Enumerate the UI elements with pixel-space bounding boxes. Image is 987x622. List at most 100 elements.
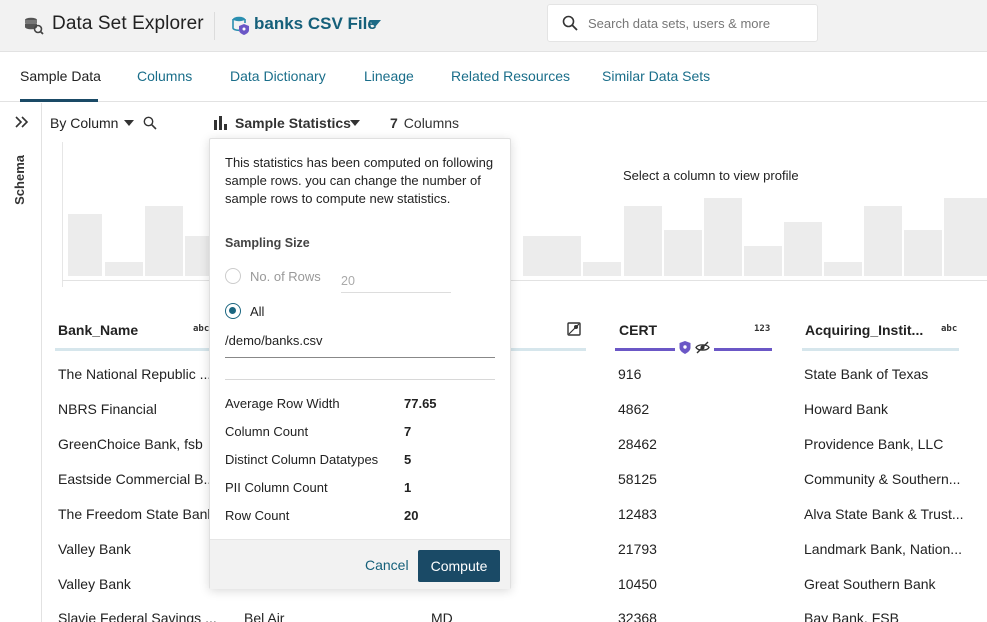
cell-acquiring-institution: Community & Southern... xyxy=(804,471,961,487)
profile-bar xyxy=(904,230,942,276)
profile-divider xyxy=(62,280,987,281)
cell-acquiring-institution: Bay Bank, FSB xyxy=(804,610,899,622)
cancel-button[interactable]: Cancel xyxy=(365,557,409,573)
search-icon xyxy=(562,15,578,31)
cell-cert: 10450 xyxy=(618,576,657,592)
stat-label: Row Count xyxy=(225,508,290,523)
cell-acquiring-institution: Howard Bank xyxy=(804,401,889,417)
popup-description: This statistics has been computed on fol… xyxy=(225,155,494,206)
profile-bar xyxy=(744,246,782,276)
cell-bank-name: Valley Bank xyxy=(58,541,131,557)
schema-label[interactable]: Schema xyxy=(12,155,27,205)
profile-bar xyxy=(664,230,702,276)
cell-acquiring-institution: Alva State Bank & Trust... xyxy=(804,506,964,522)
eye-off-icon[interactable] xyxy=(695,341,710,354)
sample-statistics-popup: This statistics has been computed on fol… xyxy=(209,138,511,589)
search-input[interactable] xyxy=(588,13,808,33)
tab-lineage[interactable]: Lineage xyxy=(364,68,414,84)
rows-count-input[interactable] xyxy=(341,269,451,293)
profile-bar xyxy=(68,214,102,276)
cell-bank-name: Eastside Commercial B... xyxy=(58,471,216,487)
global-search[interactable] xyxy=(547,4,818,42)
radio-no-of-rows-label: No. of Rows xyxy=(250,269,321,284)
column-header-acquiring-institution[interactable]: Acquiring_Instit... xyxy=(805,322,923,338)
cell-city: Bel Air xyxy=(244,610,285,622)
column-header-bank-name[interactable]: Bank_Name xyxy=(58,322,138,338)
profile-bar xyxy=(185,236,209,276)
pii-shield-icon xyxy=(679,341,691,354)
profile-bar xyxy=(105,262,143,276)
string-type-icon: abc xyxy=(941,324,958,334)
sampling-size-label: Sampling Size xyxy=(225,236,310,250)
chevron-down-icon[interactable] xyxy=(124,120,134,126)
profile-bar xyxy=(583,262,621,276)
profile-bar xyxy=(824,262,862,276)
profile-bar xyxy=(704,198,742,276)
tab-similar-data-sets[interactable]: Similar Data Sets xyxy=(602,68,710,84)
column-header-cert[interactable]: CERT xyxy=(619,322,657,338)
dataset-file-icon xyxy=(232,16,249,35)
compute-button[interactable]: Compute xyxy=(418,550,500,582)
profile-bar xyxy=(523,236,581,276)
profile-bar xyxy=(145,206,183,276)
double-chevron-right-icon[interactable] xyxy=(14,115,30,129)
profile-bar xyxy=(944,198,987,276)
cell-bank-name: The Freedom State Bank xyxy=(58,506,215,522)
numeric-type-icon: 123 xyxy=(754,324,771,334)
sample-path-field[interactable]: /demo/banks.csv xyxy=(225,333,495,358)
schema-sidebar: Schema xyxy=(0,103,42,622)
column-count: 7 Columns xyxy=(390,115,460,131)
app-header: Data Set Explorer banks CSV File xyxy=(0,0,987,52)
profile-hint: Select a column to view profile xyxy=(623,168,799,183)
radio-all-label: All xyxy=(250,304,265,319)
stat-label: Distinct Column Datatypes xyxy=(225,452,379,467)
profile-bar xyxy=(624,206,662,276)
search-icon[interactable] xyxy=(143,116,157,130)
stat-value: 7 xyxy=(404,424,412,439)
cell-bank-name: GreenChoice Bank, fsb xyxy=(58,436,203,452)
tab-related-resources[interactable]: Related Resources xyxy=(451,68,570,84)
app-title: Data Set Explorer xyxy=(52,13,204,34)
dataset-dropdown-icon[interactable] xyxy=(369,20,381,27)
profile-bar xyxy=(784,222,822,276)
pii-column-underline xyxy=(615,348,675,351)
cell-bank-name: The National Republic ... xyxy=(58,366,212,382)
tab-data-dictionary[interactable]: Data Dictionary xyxy=(230,68,326,84)
sample-statistics-dropdown[interactable]: Sample Statistics xyxy=(235,115,351,131)
cell-acquiring-institution: State Bank of Texas xyxy=(804,366,929,382)
profile-bar xyxy=(864,206,902,276)
radio-no-of-rows[interactable] xyxy=(225,268,241,284)
cell-cert: 32368 xyxy=(618,610,657,622)
tab-bar: Sample Data Columns Data Dictionary Line… xyxy=(0,53,987,102)
column-profile-area xyxy=(62,142,987,287)
cell-cert: 12483 xyxy=(618,506,657,522)
stat-value: 77.65 xyxy=(404,396,437,411)
cell-cert: 4862 xyxy=(618,401,650,417)
popup-divider xyxy=(225,379,495,380)
radio-all[interactable] xyxy=(225,303,241,319)
dataset-name[interactable]: banks CSV File xyxy=(254,14,377,34)
header-divider xyxy=(214,12,215,40)
cell-bank-name: Valley Bank xyxy=(58,576,131,592)
tab-columns[interactable]: Columns xyxy=(137,68,192,84)
stat-label: Column Count xyxy=(225,424,309,439)
tab-sample-data[interactable]: Sample Data xyxy=(20,68,101,84)
stat-value: 5 xyxy=(404,452,412,467)
stat-value: 1 xyxy=(404,480,412,495)
string-type-icon: abc xyxy=(193,324,210,334)
column-underline xyxy=(802,348,959,351)
bar-chart-icon xyxy=(214,116,227,130)
stat-label: Average Row Width xyxy=(225,396,340,411)
cell-cert: 21793 xyxy=(618,541,657,557)
cell-cert: 28462 xyxy=(618,436,657,452)
cell-bank-name: Slavie Federal Savings ... xyxy=(58,610,217,622)
cell-acquiring-institution: Great Southern Bank xyxy=(804,576,936,592)
database-icon xyxy=(25,17,44,35)
by-column-dropdown[interactable]: By Column xyxy=(50,115,118,131)
chevron-down-icon[interactable] xyxy=(350,120,360,126)
stat-value: 20 xyxy=(404,508,419,523)
cell-cert: 58125 xyxy=(618,471,657,487)
cell-cert: 916 xyxy=(618,366,642,382)
cell-state: MD xyxy=(431,610,453,622)
geo-map-icon xyxy=(567,322,581,336)
